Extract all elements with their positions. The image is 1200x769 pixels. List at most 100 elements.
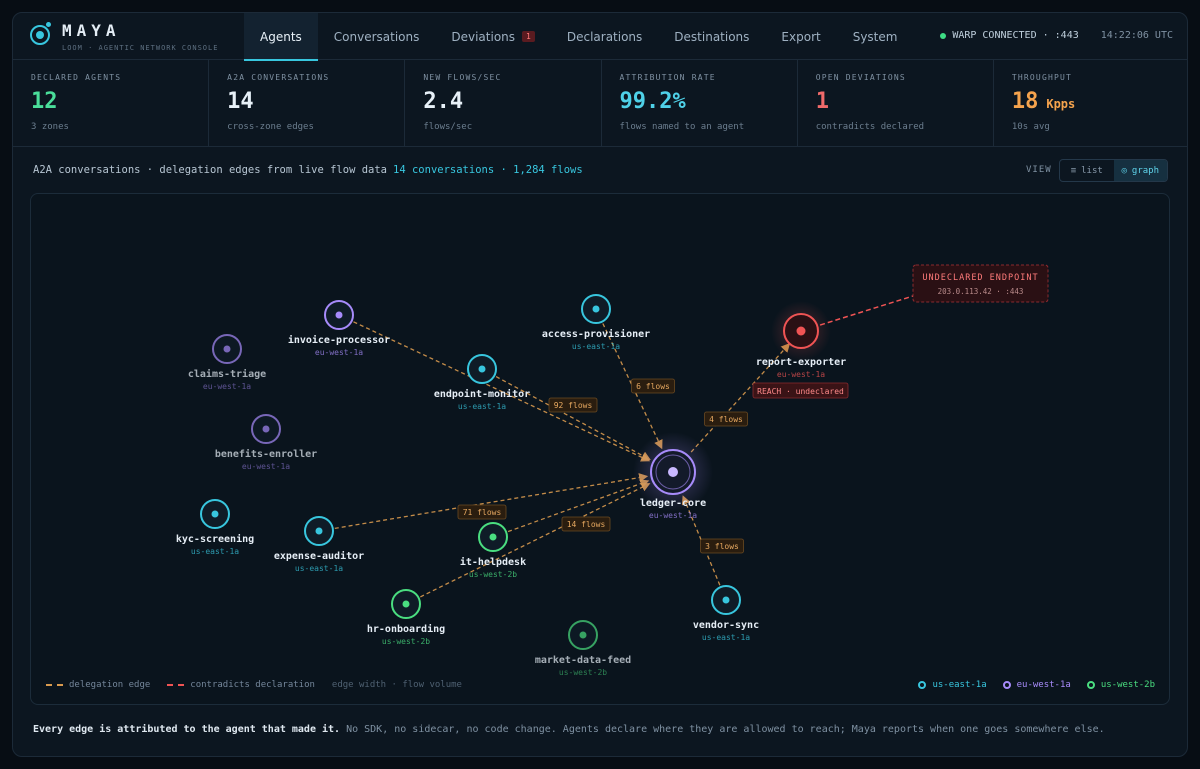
stat-caption: flows/sec [423,122,473,132]
zone-ring-icon [1002,681,1011,689]
stat-caption: flows named to an agent [619,122,745,132]
main-nav-tabs: Agents Conversations Deviations 1 Declaratio… [244,13,914,61]
agent-node-access-provisioner[interactable]: access-provisioner us-east-1a [542,294,650,351]
stat-card: OPEN DEVIATIONS 1 contradicts declared [798,60,994,146]
stat-number: 14 [227,89,254,114]
stat-number: 99.2% [619,89,686,114]
undeclared-endpoint-box[interactable]: UNDECLARED ENDPOINT 203.0.113.42 · :443 [912,264,1049,303]
edge-flow-label: 3 flows [700,538,744,554]
tab-conversations[interactable]: Conversations [318,13,436,60]
tab-destinations[interactable]: Destinations [658,13,765,60]
stat-label: THROUGHPUT [1011,73,1073,82]
agent-node-it-helpdesk[interactable]: it-helpdesk us-west-2b [460,522,526,579]
undeclared-endpoint-bg [912,264,1049,303]
footer-text: No SDK, no sidecar, no code change. Agen… [340,724,1105,735]
deviation-tag: REACH · undeclared [752,382,849,399]
agent-node-endpoint-monitor[interactable]: endpoint-monitor us-east-1a [434,354,530,411]
agent-name: market-data-feed [535,655,631,666]
stat-card: DECLARED AGENTS 12 3 zones [13,60,210,146]
agent-node-ledger-core[interactable]: ledger-core eu-west-1a [633,432,713,520]
stat-card: A2A CONVERSATIONS 14 cross-zone edges [209,60,406,146]
delegation-line-icon [46,684,63,686]
stat-label: A2A CONVERSATIONS [227,73,330,82]
agent-zone: eu-west-1a [315,348,363,357]
stats-bar: DECLARED AGENTS 12 3 zones A2A CONVERSATION… [13,60,1187,147]
stat-value: 18 Kpps [1012,89,1187,117]
node-core-dot [796,326,806,336]
view-toggle: ≡ list ◎ graph [1059,159,1168,182]
node-core-dot [315,527,323,535]
footer-emphasis: Every edge is attributed to the agent th… [33,724,341,735]
agent-name: invoice-processor [288,334,390,346]
delegation-edge[interactable] [420,483,651,598]
node-core-dot [722,596,730,604]
agent-zone: us-west-2b [559,668,607,677]
edge-label-text: 92 flows [554,401,593,410]
agent-node-report-exporter[interactable]: report-exporter eu-west-1a [756,301,846,379]
node-core-dot [579,631,587,639]
agent-node-kyc-screening[interactable]: kyc-screening us-east-1a [176,499,254,556]
edge-label-text: 4 flows [709,415,743,424]
edge-label-text: 3 flows [705,542,739,551]
stat-label: ATTRIBUTION RATE [619,73,716,82]
stat-value: 99.2% [620,89,797,117]
agent-name: access-provisioner [542,328,650,340]
edge-flow-label: 4 flows [704,411,748,427]
clock: 14:22:06 UTC [1100,30,1173,41]
stat-value: 2.4 [423,89,600,117]
view-label: VIEW [1026,165,1052,175]
deviations-count-badge: 1 [522,31,535,42]
agent-node-claims-triage[interactable]: claims-triage eu-west-1a [188,334,266,391]
stat-label: DECLARED AGENTS [31,73,122,82]
stat-value: 1 [816,89,993,117]
section-title-text: A2A conversations · delegation edges fro… [33,164,388,176]
stat-caption: 3 zones [31,122,69,132]
agent-name: it-helpdesk [460,556,526,568]
agent-name: expense-auditor [274,550,364,562]
tab-declarations[interactable]: Declarations [551,13,658,60]
agent-zone: eu-west-1a [649,511,697,520]
agent-zone: eu-west-1a [242,462,290,471]
agent-node-benefits-enroller[interactable]: benefits-enroller eu-west-1a [215,414,317,471]
graph-icon: ◎ [1121,165,1127,176]
agent-node-vendor-sync[interactable]: vendor-sync us-east-1a [693,585,759,642]
deviation-edge[interactable] [819,295,914,326]
maya-logo-icon [30,25,50,45]
agent-zone: eu-west-1a [203,382,251,391]
zone-legend: us-east-1a eu-west-1a us-west-2b [902,680,1155,690]
legend-zone-label: us-west-2b [1100,680,1155,690]
agent-zone: us-east-1a [702,633,750,642]
agent-name: ledger-core [640,498,706,509]
connection-status-dot-icon [940,32,947,39]
agent-name: report-exporter [756,357,846,368]
agent-node-invoice-processor[interactable]: invoice-processor eu-west-1a [288,300,390,357]
stat-card: THROUGHPUT 18 Kpps 10s avg [994,60,1187,146]
stat-caption: 10s avg [1011,122,1050,132]
node-core-dot [478,365,486,373]
agent-node-market-data-feed[interactable]: market-data-feed us-west-2b [535,620,631,677]
footer-note: Every edge is attributed to the agent th… [33,724,1105,735]
node-core-dot [489,533,497,541]
view-graph-button[interactable]: ◎ graph [1113,160,1167,181]
node-core-dot [335,311,343,319]
agent-name: claims-triage [188,368,266,380]
undeclared-endpoint-address: 203.0.113.42 · :443 [938,287,1024,296]
tab-agents[interactable]: Agents [244,13,318,61]
tab-system[interactable]: System [837,13,914,60]
stat-caption: cross-zone edges [227,122,314,132]
agent-zone: us-east-1a [295,564,343,573]
deviation-tag-text: REACH · undeclared [757,387,844,396]
agent-node-hr-onboarding[interactable]: hr-onboarding us-west-2b [367,589,445,646]
tab-deviations[interactable]: Deviations 1 [435,13,550,60]
agent-name: kyc-screening [176,533,254,545]
legend-zone-label: us-east-1a [932,680,987,690]
edge-flow-label: 6 flows [631,378,675,394]
tab-export[interactable]: Export [765,13,836,60]
tab-label: Declarations [566,29,643,44]
agent-zone: eu-west-1a [777,370,825,379]
contradicts-line-icon [167,684,185,686]
tab-label: Agents [260,29,302,44]
legend-delegation-label: delegation edge [69,680,151,690]
view-list-button[interactable]: ≡ list [1060,160,1114,181]
stat-number: 1 [815,89,829,114]
